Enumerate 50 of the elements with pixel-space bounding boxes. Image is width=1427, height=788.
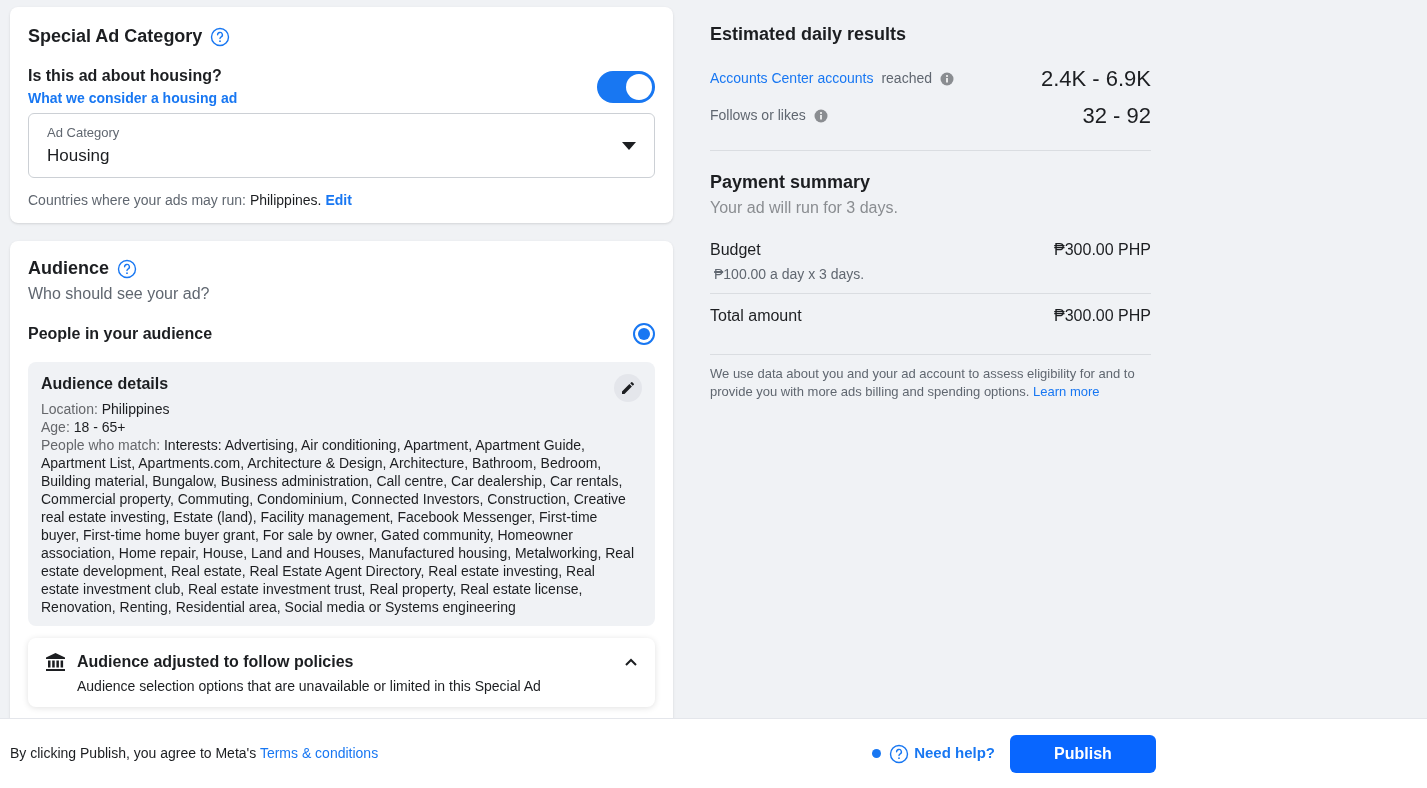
help-icon[interactable] <box>117 258 138 279</box>
section-title: Special Ad Category <box>28 25 203 48</box>
panel-title: Audience details <box>41 374 169 394</box>
total-value: ₱300.00 PHP <box>1054 306 1151 326</box>
detail-text: Location: Philippines <box>41 400 171 418</box>
detail-text: People who match: Interests: Advertising, Air conditioning, Apartment, Apartment Guide, Apartment List, Apartments.com, Architecture & Design, Architecture, Bathroom, Bedroom, Building material, Bungalow, Business administration, Call centre, Car dealership, Car rentals, Commercial property, Commuting, Condominium, Connected Investors, Construction, Creative real estate investing, Estate (land), Facility management, Facebook Messenger, First-time buyer, First-time home buyer grant, For sale by owner, Gated community, Homeowner association, Home repair, House, Land and Houses, Manufactured housing, Metalworking, Real estate development, Real estate, Real Estate Agent Directory, Real estate investing, Real estate investment club, Real estate investment trust, Real property, Real estate license, Renovation, Renting, Residential area, Social media or Systems engineering <box>41 436 635 616</box>
learn-more-link[interactable]: Learn more <box>1033 384 1100 399</box>
agreement-text: By clicking Publish, you agree to Meta's Terms & conditions <box>10 744 380 763</box>
field-value: Housing <box>47 144 111 167</box>
panel-title: Audience adjusted to follow policies <box>77 652 355 672</box>
budget-value: ₱300.00 PHP <box>1054 240 1151 260</box>
dropdown-caret-icon <box>622 141 636 150</box>
accounts-link[interactable]: Accounts Center accounts <box>710 68 874 89</box>
question-label: Is this ad about housing? <box>28 66 223 86</box>
policy-panel[interactable]: Audience adjusted to follow policies Audience selection options that are unavailable or limited in this Special Ad <box>28 638 655 707</box>
help-icon[interactable] <box>889 743 910 764</box>
result-value: 2.4K - 6.9K <box>1040 65 1151 93</box>
publish-button[interactable]: Publish <box>1010 734 1156 773</box>
result-label: reached <box>881 69 932 88</box>
bank-icon <box>46 653 65 671</box>
countries-label: Countries where your ads may run: <box>28 191 246 210</box>
info-icon[interactable] <box>940 71 954 86</box>
section-subtitle: Who should see your ad? <box>28 284 211 304</box>
housing-ad-link[interactable]: What we consider a housing ad <box>28 88 238 109</box>
budget-label: Budget <box>710 240 761 260</box>
section-title: Payment summary <box>710 171 872 194</box>
need-help-link[interactable]: Need help? <box>914 742 995 765</box>
ad-category-select[interactable]: Ad Category Housing <box>28 113 655 178</box>
section-subtitle: Your ad will run for 3 days. <box>710 198 899 218</box>
total-label: Total amount <box>710 306 802 326</box>
pencil-icon <box>621 381 635 395</box>
result-value: 32 - 92 <box>1082 102 1151 130</box>
edit-pencil-button[interactable] <box>614 374 642 402</box>
chevron-up-icon[interactable] <box>625 658 637 666</box>
billing-notice: We use data about you and your ad account to assess eligibility for and to provide you with more ads billing and spending options. Learn more <box>710 365 1136 401</box>
field-label: Ad Category <box>47 124 120 142</box>
edit-link[interactable]: Edit <box>325 190 352 211</box>
section-title: Audience <box>28 257 110 280</box>
info-icon[interactable] <box>813 108 828 123</box>
terms-link[interactable]: Terms & conditions <box>259 745 379 761</box>
detail-text: Age: 18 - 65+ <box>41 418 127 436</box>
budget-detail: ₱100.00 a day x 3 days. <box>713 265 866 284</box>
section-title: Estimated daily results <box>710 23 908 46</box>
audience-option-label: People in your audience <box>28 324 213 344</box>
policy-text: Audience selection options that are unavailable or limited in this Special Ad <box>76 677 542 696</box>
countries-value: Philippines. <box>249 191 322 210</box>
audience-radio[interactable] <box>633 323 655 345</box>
housing-toggle[interactable] <box>597 70 655 103</box>
help-icon[interactable] <box>210 26 231 47</box>
result-label: Follows or likes <box>710 106 806 125</box>
